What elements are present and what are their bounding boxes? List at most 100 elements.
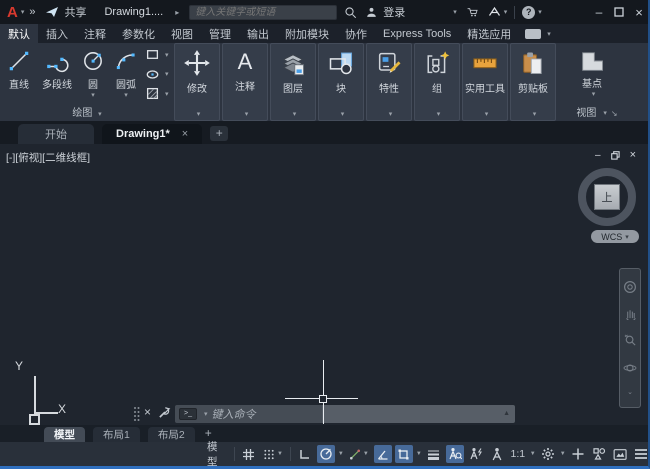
clean-screen-button[interactable] (611, 445, 629, 463)
view-panel-launcher-icon[interactable]: ↘ (611, 106, 618, 121)
polyline-button[interactable]: 多段线 (36, 43, 78, 106)
modify-panel-button[interactable]: 修改 ▾ (174, 43, 220, 121)
utilities-panel-button[interactable]: 实用工具 ▾ (462, 43, 508, 121)
drawing-area[interactable]: [-][俯视][二维线框] – × 上 WCS ▾ (0, 144, 648, 425)
command-input-area[interactable]: >_ ▾ 键入命令 (175, 405, 322, 423)
viewport-controls[interactable]: [-][俯视][二维线框] (6, 150, 90, 165)
search-icon[interactable] (344, 6, 357, 19)
command-prompt-caret-icon[interactable]: ▾ (204, 410, 208, 418)
command-history-icon[interactable]: ▲ (503, 410, 510, 417)
viewcube[interactable]: 上 (578, 168, 636, 226)
properties-panel-button[interactable]: 特性 ▾ (366, 43, 412, 121)
scale-caret-icon[interactable]: ▼ (530, 451, 536, 457)
signin-caret-icon[interactable]: ▾ (453, 8, 457, 16)
autoscale-button[interactable] (467, 445, 485, 463)
file-tab-start[interactable]: 开始 (18, 124, 94, 144)
viewport-restore-icon[interactable] (611, 151, 620, 160)
tab-manage[interactable]: 管理 (201, 24, 239, 43)
file-tab-drawing1[interactable]: Drawing1* × (102, 124, 202, 144)
isometric-drafting-button[interactable]: ▼ (347, 445, 371, 463)
view-panel-title[interactable]: 视图 ▾ ↘ (558, 106, 636, 121)
ortho-mode-button[interactable] (296, 445, 314, 463)
commandline-close-icon[interactable]: × (144, 405, 151, 419)
quick-access-expand-button[interactable]: » (29, 6, 35, 18)
annotation-visibility-button[interactable] (446, 445, 464, 463)
tab-output[interactable]: 输出 (239, 24, 277, 43)
viewcube-top-face[interactable]: 上 (594, 184, 620, 210)
command-prompt-icon[interactable]: >_ (179, 408, 197, 420)
arc-caret-icon[interactable]: ▾ (124, 91, 128, 99)
steering-wheel-icon[interactable] (623, 280, 637, 294)
hatch-button[interactable]: ▾ (146, 87, 169, 100)
isodraft-caret-icon[interactable]: ▼ (363, 451, 369, 457)
doc-arrow-icon[interactable]: ▸ (175, 8, 179, 17)
polar-caret-icon[interactable]: ▼ (338, 451, 344, 457)
tab-express-tools[interactable]: Express Tools (375, 24, 459, 43)
autodesk-caret-icon[interactable]: ▾ (504, 8, 508, 16)
commandline-customize-icon[interactable] (158, 406, 171, 419)
annotation-scale-value[interactable]: 1:1 (509, 445, 527, 463)
app-logo[interactable]: A (7, 5, 18, 20)
pan-hand-icon[interactable] (624, 307, 637, 320)
lineweight-button[interactable] (425, 445, 443, 463)
orbit-icon[interactable] (623, 361, 637, 375)
help-icon[interactable]: ? (522, 6, 535, 19)
close-button[interactable]: × (632, 5, 646, 20)
workspace-gear-button[interactable] (539, 445, 557, 463)
commandline-grip-handle[interactable] (133, 406, 140, 422)
circle-caret-icon[interactable]: ▾ (91, 91, 95, 99)
snap-caret-icon[interactable]: ▼ (277, 451, 283, 457)
ribbon-display-toggle[interactable]: ▾ (525, 24, 551, 43)
rectangle-button[interactable]: ▾ (146, 48, 169, 61)
line-button[interactable]: 直线 (2, 43, 36, 106)
app-menu-caret-icon[interactable]: ▾ (21, 8, 25, 16)
navbar-more-icon[interactable]: ⌄ (627, 388, 633, 396)
tab-home[interactable]: 默认 (0, 24, 38, 43)
object-snap-tracking-button[interactable] (374, 445, 392, 463)
draw-panel-title[interactable]: 绘图 ▾ (2, 106, 172, 121)
block-panel-button[interactable]: 块 ▾ (318, 43, 364, 121)
object-snap-button[interactable] (395, 445, 413, 463)
workspace-caret-icon[interactable]: ▼ (560, 451, 566, 457)
search-input[interactable] (189, 5, 337, 20)
tab-addins[interactable]: 附加模块 (277, 24, 337, 43)
osnap-caret-icon[interactable]: ▼ (416, 451, 422, 457)
tab-featured-apps[interactable]: 精选应用 (459, 24, 519, 43)
layers-panel-button[interactable]: 图层 ▾ (270, 43, 316, 121)
file-tab-close-icon[interactable]: × (182, 128, 188, 140)
zoom-extents-icon[interactable] (624, 334, 637, 347)
model-space-button[interactable]: 模型 (205, 445, 229, 463)
help-caret-icon[interactable]: ▾ (538, 8, 542, 16)
wcs-button[interactable]: WCS ▾ (591, 230, 639, 243)
app-store-cart-icon[interactable] (466, 6, 480, 19)
viewport-minimize-icon[interactable]: – (595, 150, 601, 161)
grid-display-button[interactable] (240, 445, 258, 463)
tab-parametric[interactable]: 参数化 (114, 24, 163, 43)
signin-button[interactable]: 登录 (383, 4, 405, 20)
command-line-extension[interactable]: ▲ (322, 405, 515, 423)
tab-annotate[interactable]: 注释 (76, 24, 114, 43)
clipboard-panel-button[interactable]: 剪贴板 ▾ (510, 43, 556, 121)
layout-tab-layout2[interactable]: 布局2 (148, 427, 195, 442)
arc-button[interactable]: 圆弧 ▾ (108, 43, 144, 106)
polar-tracking-button[interactable] (317, 445, 335, 463)
tab-insert[interactable]: 插入 (38, 24, 76, 43)
autodesk-logo-icon[interactable] (488, 6, 501, 18)
isolate-objects-button[interactable] (590, 445, 608, 463)
tab-view[interactable]: 视图 (163, 24, 201, 43)
ellipse-button[interactable]: ▾ (146, 68, 169, 81)
tab-collaborate[interactable]: 协作 (337, 24, 375, 43)
snap-mode-button[interactable]: ▼ (261, 445, 285, 463)
maximize-button[interactable] (612, 7, 626, 17)
share-button[interactable]: 共享 (64, 4, 86, 20)
user-icon[interactable] (365, 6, 378, 19)
circle-button[interactable]: 圆 ▾ (78, 43, 108, 106)
viewport-close-icon[interactable]: × (630, 149, 636, 161)
groups-panel-button[interactable]: 组 ▾ (414, 43, 460, 121)
navigation-bar[interactable]: ⌄ (619, 268, 641, 408)
base-button[interactable]: 基点 ▾ (564, 43, 620, 106)
layout-tab-layout1[interactable]: 布局1 (93, 427, 140, 442)
share-icon[interactable] (45, 6, 59, 18)
command-line[interactable]: >_ ▾ 键入命令 ▲ (175, 405, 515, 423)
layout-tab-model[interactable]: 模型 (44, 427, 85, 442)
